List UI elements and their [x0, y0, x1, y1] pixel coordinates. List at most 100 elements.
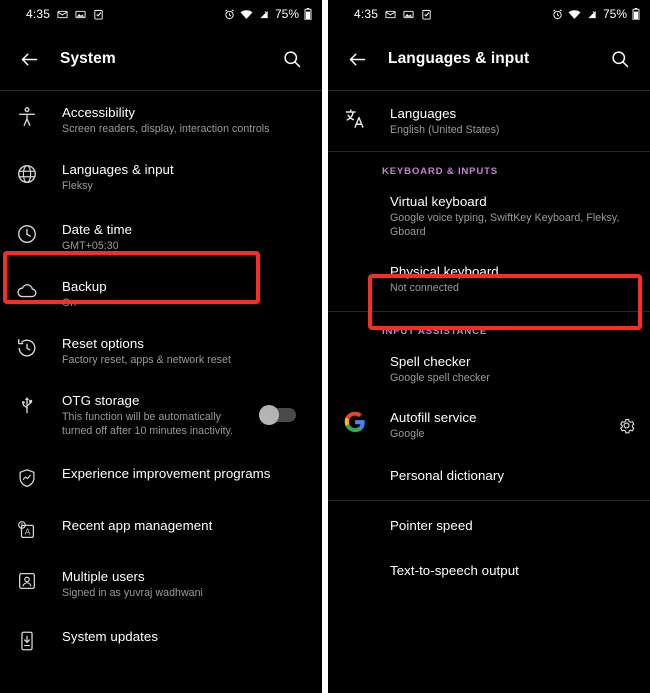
list-item-title: Text-to-speech output [390, 563, 519, 578]
list-item-title: Pointer speed [390, 518, 473, 533]
list-item-title: Reset options [62, 336, 144, 351]
list-item-accessibility[interactable]: Accessibility Screen readers, display, i… [0, 91, 322, 147]
list-item-title: OTG storage [62, 393, 140, 408]
status-bar-right-group: x 75% [552, 7, 640, 21]
list-item-title: Autofill service [390, 410, 477, 425]
history-icon [16, 335, 54, 359]
task-done-icon [421, 9, 432, 20]
search-icon[interactable] [276, 43, 308, 75]
list-item-title: System updates [62, 629, 159, 644]
list-item-title: Physical keyboard [390, 264, 499, 279]
usb-icon [16, 392, 54, 416]
list-item-subtitle: Screen readers, display, interaction con… [62, 123, 270, 135]
section-header-keyboard-inputs: KEYBOARD & INPUTS [382, 166, 498, 177]
list-item-languages-input[interactable]: Languages & input Fleksy [0, 147, 322, 207]
list-item-subtitle: This function will be automatically turn… [62, 411, 234, 437]
task-done-icon [93, 9, 104, 20]
image-icon [75, 9, 86, 20]
person-box-icon [16, 568, 54, 592]
page-title: Languages & input [388, 50, 530, 67]
battery-percent: 75% [602, 7, 627, 21]
toggle-knob [259, 405, 279, 425]
list-item-subtitle: Factory reset, apps & network reset [62, 354, 231, 366]
status-bar-right-group: x 75% [224, 7, 312, 21]
list-item-personal-dictionary[interactable]: Personal dictionary [328, 453, 650, 500]
list-item-title: Virtual keyboard [390, 194, 487, 209]
list-item-backup[interactable]: Backup On [0, 264, 322, 321]
list-item-experience-improvement[interactable]: Experience improvement programs [0, 449, 322, 500]
list-item-title: Date & time [62, 222, 133, 237]
status-time: 4:35 [26, 7, 51, 21]
svg-text:x: x [264, 10, 266, 14]
list-item-title: Spell checker [390, 354, 471, 369]
right-phone-screen: 4:35 x 75% Languages & input Languages E… [328, 0, 650, 693]
status-bar-right: 4:35 x 75% [328, 0, 650, 28]
list-item-autofill-service[interactable]: Autofill service Google [328, 397, 650, 453]
status-bar-left: 4:35 x 75% [0, 0, 322, 28]
list-item-title: Accessibility [62, 105, 136, 120]
status-bar-left-group: 4:35 [354, 7, 432, 21]
list-item-title: Backup [62, 279, 107, 294]
back-arrow-icon[interactable] [340, 42, 374, 76]
list-item-subtitle: Google spell checker [390, 372, 490, 384]
battery-icon [632, 8, 640, 20]
system-update-icon [16, 628, 54, 652]
list-item-subtitle: Fleksy [62, 180, 93, 192]
list-item-recent-app-management[interactable]: A Recent app management [0, 500, 322, 552]
svg-text:x: x [592, 10, 594, 14]
cloud-icon [16, 278, 54, 302]
gear-icon[interactable] [609, 416, 636, 435]
list-item-spell-checker[interactable]: Spell checker Google spell checker [328, 345, 650, 397]
toggle-track[interactable] [259, 405, 296, 425]
list-item-multiple-users[interactable]: Multiple users Signed in as yuvraj wadhw… [0, 552, 322, 611]
battery-percent: 75% [274, 7, 299, 21]
list-item-title: Personal dictionary [390, 468, 505, 483]
alarm-icon [224, 9, 235, 20]
list-item-system-updates[interactable]: System updates [0, 611, 322, 663]
mail-icon [57, 9, 68, 20]
languages-input-list: Languages English (United States) KEYBOA… [328, 91, 650, 593]
shield-chart-icon [16, 465, 54, 489]
list-item-title: Experience improvement programs [62, 466, 271, 481]
list-item-subtitle: Google [390, 428, 425, 440]
battery-icon [304, 8, 312, 20]
list-item-pointer-speed[interactable]: Pointer speed [328, 501, 650, 548]
back-arrow-icon[interactable] [12, 42, 46, 76]
list-item-date-time[interactable]: Date & time GMT+05:30 [0, 207, 322, 264]
left-app-bar: System [0, 28, 322, 90]
list-item-languages[interactable]: Languages English (United States) [328, 91, 650, 151]
list-item-subtitle: GMT+05:30 [62, 240, 119, 252]
alarm-icon [552, 9, 563, 20]
signal-icon: x [258, 9, 270, 20]
list-item-reset-options[interactable]: Reset options Factory reset, apps & netw… [0, 321, 322, 378]
signal-icon: x [586, 9, 598, 20]
otg-toggle-switch[interactable] [254, 405, 296, 425]
section-header-input-assistance: INPUT ASSISTANCE [382, 326, 488, 337]
list-item-subtitle: On [62, 297, 77, 309]
wifi-icon [568, 9, 581, 20]
status-bar-left-group: 4:35 [26, 7, 104, 21]
list-item-text-to-speech-output[interactable]: Text-to-speech output [328, 548, 650, 593]
svg-text:A: A [25, 528, 31, 537]
system-settings-list: Accessibility Screen readers, display, i… [0, 91, 322, 663]
status-time: 4:35 [354, 7, 379, 21]
wifi-icon [240, 9, 253, 20]
list-item-physical-keyboard[interactable]: Physical keyboard Not connected [328, 251, 650, 311]
list-item-title: Languages [390, 106, 457, 121]
google-g-icon [344, 409, 382, 433]
dual-screenshot-container: 4:35 x 75% System Accessibility Screen r… [0, 0, 650, 693]
mail-icon [385, 9, 396, 20]
recent-apps-icon: A [16, 517, 54, 541]
globe-icon [16, 161, 54, 185]
list-item-subtitle: Signed in as yuvraj wadhwani [62, 587, 203, 599]
image-icon [403, 9, 414, 20]
list-item-otg-storage[interactable]: OTG storage This function will be automa… [0, 378, 322, 449]
page-title: System [60, 50, 116, 67]
search-icon[interactable] [604, 43, 636, 75]
list-item-subtitle: English (United States) [390, 124, 500, 136]
list-item-subtitle: Not connected [390, 282, 459, 294]
left-phone-screen: 4:35 x 75% System Accessibility Screen r… [0, 0, 322, 693]
right-app-bar: Languages & input [328, 28, 650, 90]
list-item-title: Recent app management [62, 518, 213, 533]
list-item-virtual-keyboard[interactable]: Virtual keyboard Google voice typing, Sw… [328, 185, 650, 251]
